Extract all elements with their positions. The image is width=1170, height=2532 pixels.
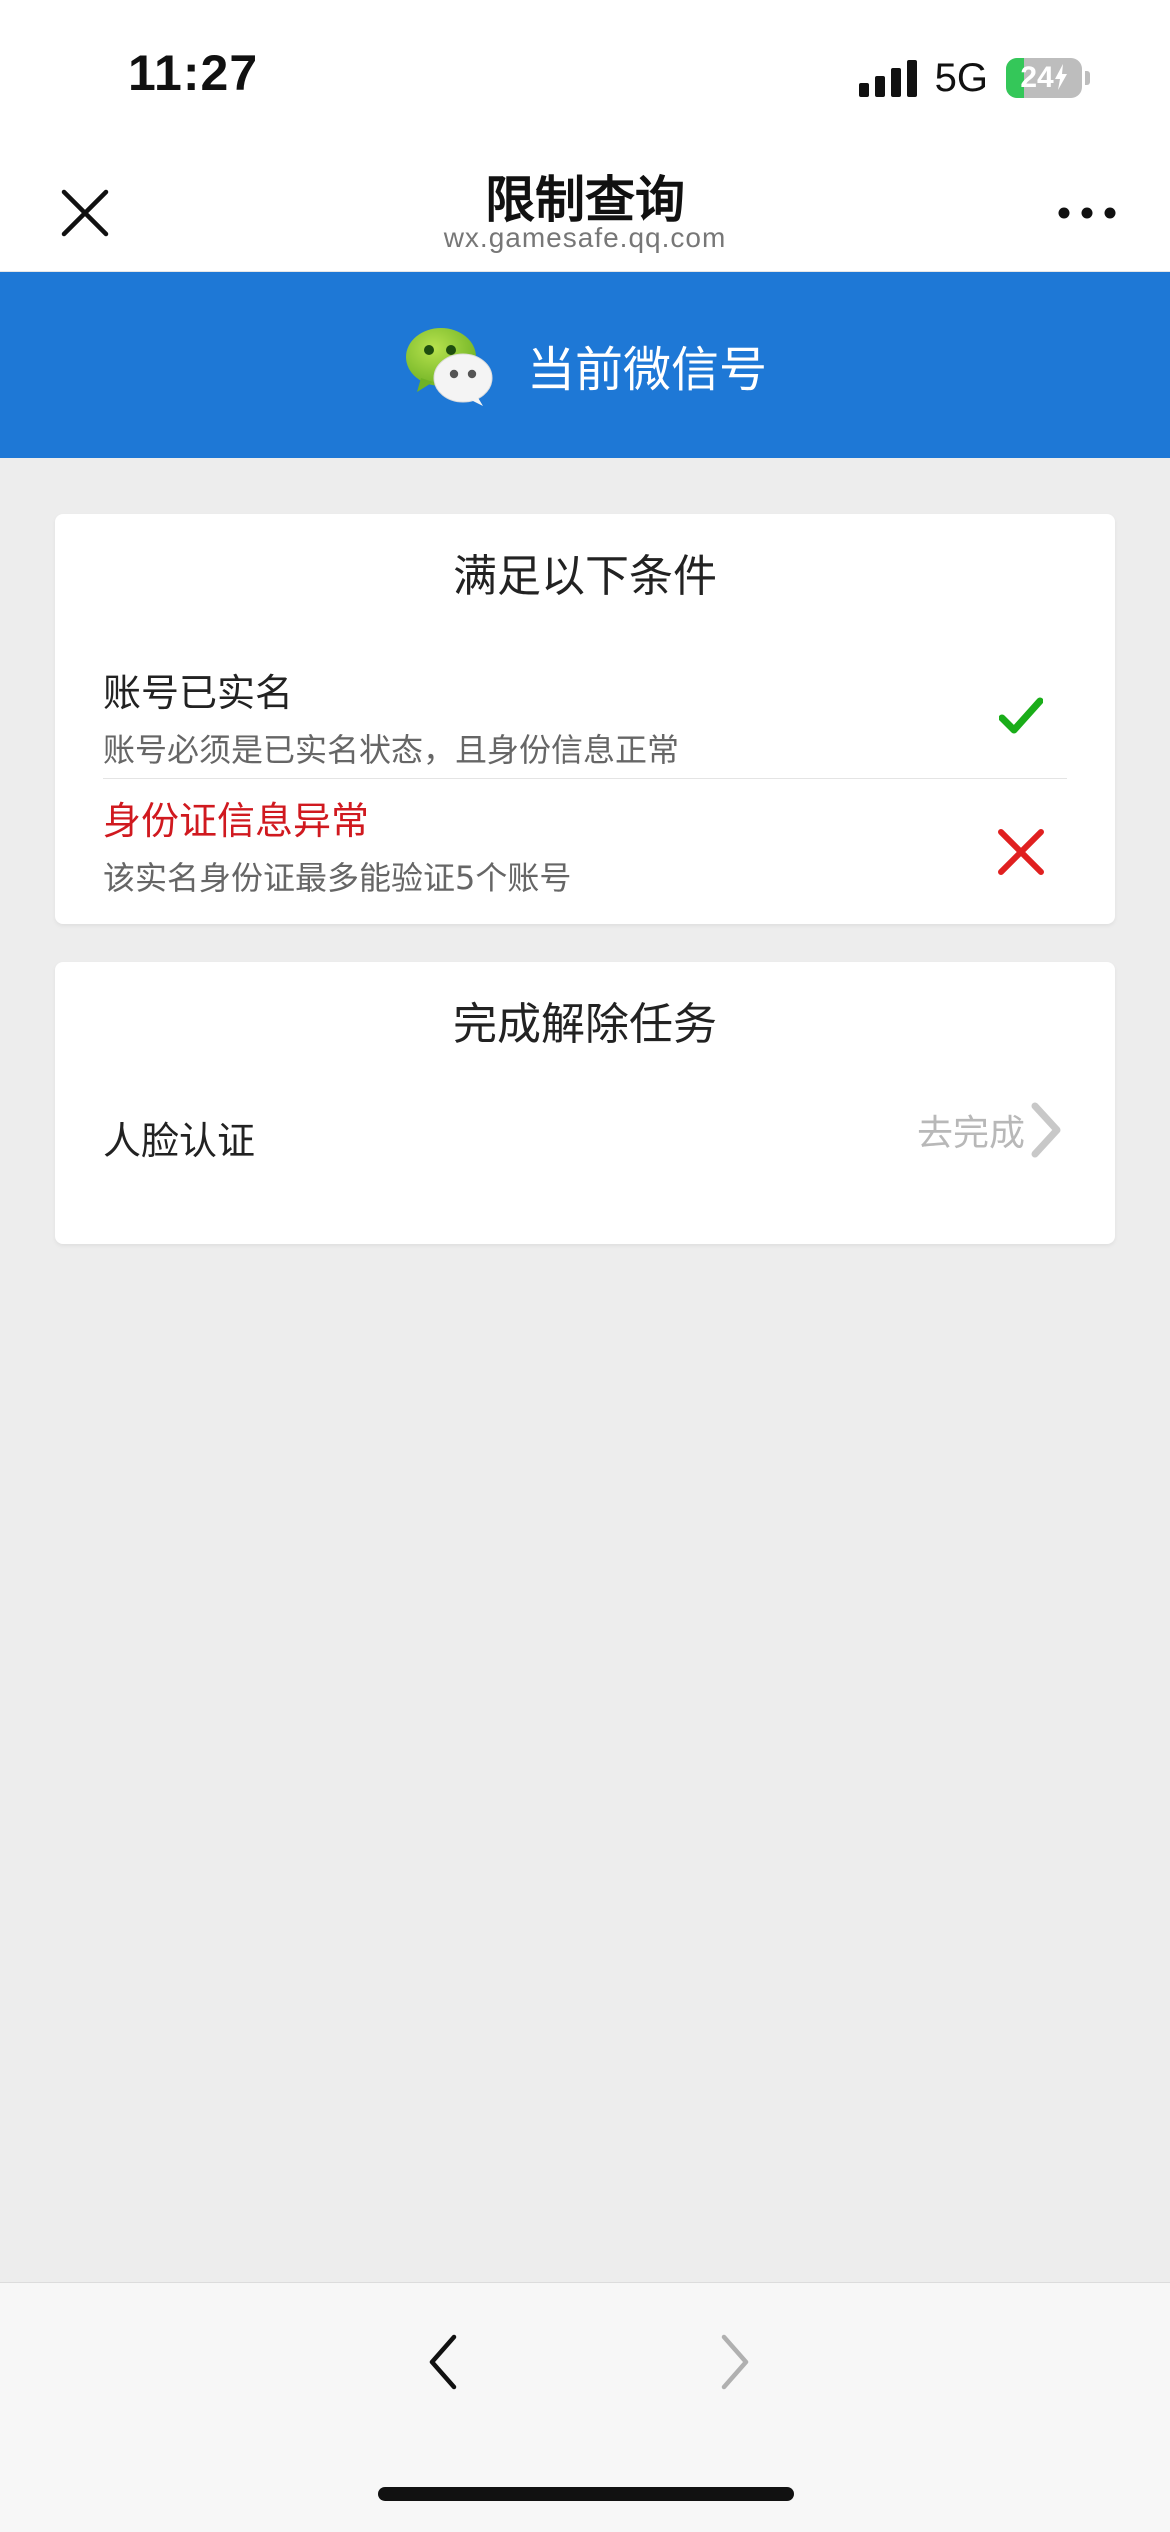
tasks-card-title: 完成解除任务 [453,999,717,1050]
go-complete-button[interactable]: 去完成 [917,1102,1063,1158]
condition-item-real-name: 账号已实名 账号必须是已实名状态，且身份信息正常 [103,662,1067,771]
battery: 24 [1006,58,1082,98]
condition-item-id-abnormal: 身份证信息异常 该实名身份证最多能验证5个账号 [103,790,1067,899]
battery-cap [1085,71,1090,85]
battery-level: 24 [1020,61,1067,95]
forward-button[interactable] [700,2327,770,2397]
page-url: wx.gamesafe.qq.com [443,222,727,253]
more-dots-icon [1058,207,1116,219]
tasks-card: 完成解除任务 人脸认证 去完成 [55,962,1115,1244]
banner-text: 当前微信号 [526,342,767,398]
condition-description: 该实名身份证最多能验证5个账号 [103,859,572,897]
chevron-right-icon [1031,1102,1061,1158]
condition-divider [103,778,1067,779]
title-bar: 限制查询 wx.gamesafe.qq.com [0,150,1170,272]
status-time: 11:27 [128,45,259,101]
condition-title: 身份证信息异常 [103,799,370,843]
status-bar: 11:27 5G 24 [0,0,1170,150]
battery-charging-icon: 24 [1006,58,1090,98]
cross-icon [998,829,1044,875]
task-label-face-verification: 人脸认证 [103,1119,256,1163]
account-banner: 当前微信号 [0,272,1170,458]
conditions-card: 满足以下条件 账号已实名 账号必须是已实名状态，且身份信息正常 身份证信息异常 … [55,514,1115,924]
condition-title: 账号已实名 [103,671,294,715]
status-indicators: 5G 24 [858,55,1090,100]
conditions-card-title: 满足以下条件 [453,551,717,602]
home-indicator [378,2487,794,2501]
go-complete-label: 去完成 [916,1113,1025,1154]
more-button[interactable] [1052,178,1122,248]
chevron-right-icon [721,2334,749,2390]
wechat-logo-icon [405,328,493,406]
back-button[interactable] [408,2327,478,2397]
network-type: 5G [934,55,988,100]
chevron-left-icon [429,2334,457,2390]
condition-description: 账号必须是已实名状态，且身份信息正常 [103,731,680,769]
signal-bars-icon [858,59,917,97]
check-icon [999,697,1043,734]
